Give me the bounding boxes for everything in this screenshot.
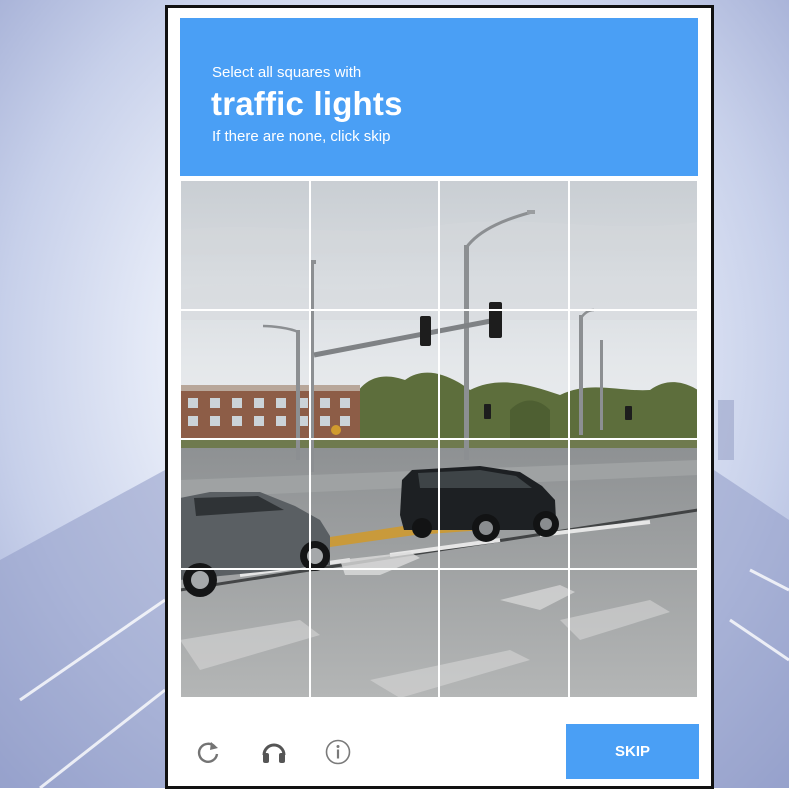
grid-tile-r2-c1[interactable] (180, 308, 311, 440)
info-button[interactable] (318, 732, 358, 772)
grid-tile-r3-c4[interactable] (567, 438, 698, 570)
recaptcha-challenge-panel: Select all squares with traffic lights I… (165, 5, 714, 789)
grid-tile-r1-c4[interactable] (567, 180, 698, 311)
grid-tile-r2-c4[interactable] (567, 308, 698, 440)
grid-tile-r3-c2[interactable] (308, 438, 440, 570)
grid-tile-r4-c1[interactable] (180, 567, 311, 698)
grid-tile-r2-c2[interactable] (308, 308, 440, 440)
headphones-icon (262, 743, 286, 763)
challenge-keyword: traffic lights (211, 85, 403, 122)
challenge-header: Select all squares with traffic lights I… (180, 18, 698, 176)
skip-button[interactable]: SKIP (566, 724, 699, 779)
skip-hint-text: If there are none, click skip (212, 128, 391, 145)
info-icon (325, 739, 351, 765)
instruction-text: Select all squares with (212, 64, 362, 81)
grid-tile-r3-c1[interactable] (180, 438, 311, 570)
grid-tile-r4-c3[interactable] (438, 567, 570, 698)
image-grid (180, 180, 698, 698)
grid-tile-r2-c3[interactable] (438, 308, 570, 440)
grid-tile-r1-c2[interactable] (308, 180, 440, 311)
reload-icon (197, 742, 219, 763)
grid-tile-r1-c3[interactable] (438, 180, 570, 311)
grid-tile-r1-c1[interactable] (180, 180, 311, 311)
grid-tile-r3-c3[interactable] (438, 438, 570, 570)
audio-challenge-button[interactable] (254, 732, 294, 772)
grid-tile-r4-c2[interactable] (308, 567, 440, 698)
reload-button[interactable] (188, 732, 228, 772)
grid-tile-r4-c4[interactable] (567, 567, 698, 698)
